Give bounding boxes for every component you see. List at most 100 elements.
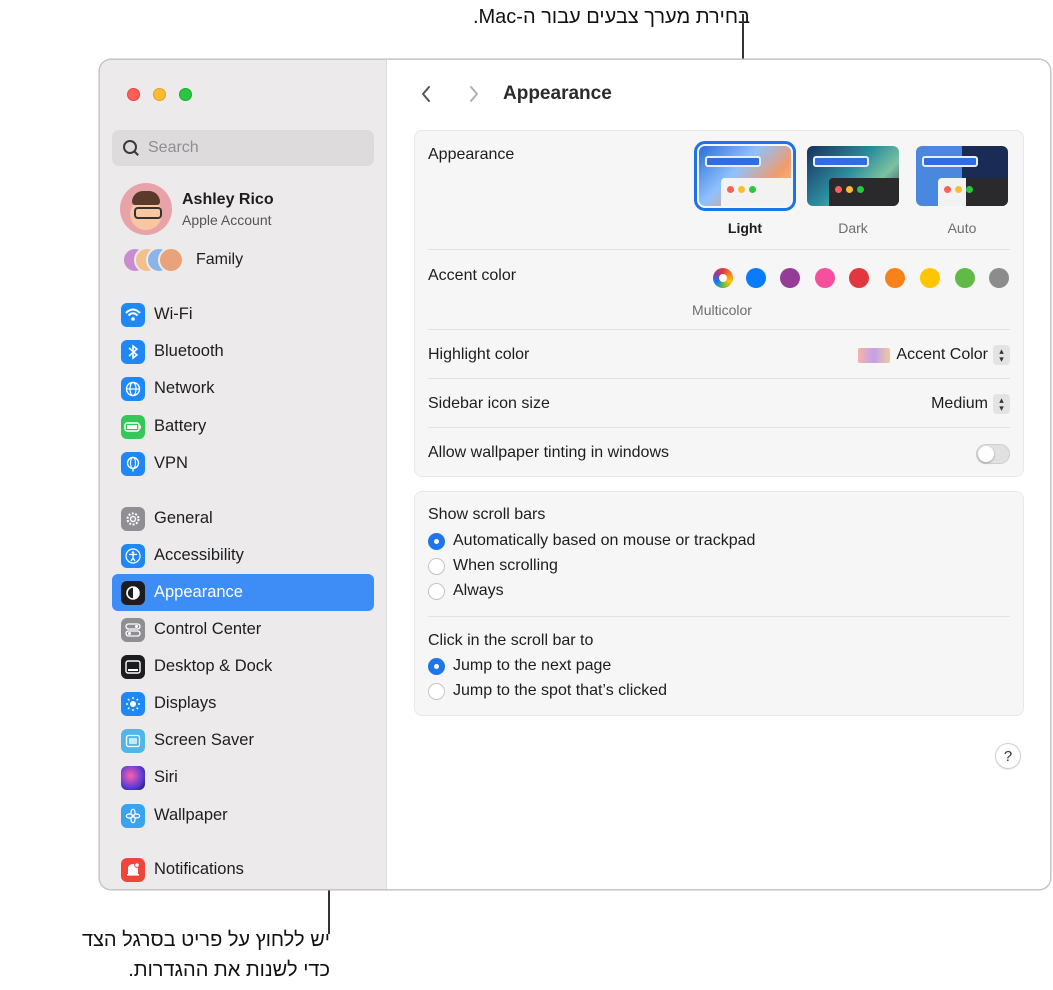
minimize-button[interactable]: [153, 88, 166, 101]
sidebar-icon-size-popup[interactable]: Medium ▴ ▾: [931, 394, 1010, 414]
appearance-light-option[interactable]: [694, 141, 796, 211]
appearance-dark-option[interactable]: [807, 146, 899, 206]
radio-button[interactable]: [428, 682, 445, 700]
family-item[interactable]: Family: [122, 247, 243, 273]
search-input[interactable]: [148, 139, 348, 157]
radio-label: When scrolling: [453, 557, 558, 574]
sidebar: Ashley Rico Apple Account Family Wi-Fi: [100, 60, 387, 889]
divider: [428, 249, 1010, 250]
scroll-bars-option-scrolling[interactable]: When scrolling: [428, 557, 558, 575]
chevron-updown-icon: ▴ ▾: [993, 394, 1010, 414]
gear-icon: [121, 506, 145, 531]
avatar: [120, 183, 172, 235]
radio-label: Jump to the spot that’s clicked: [453, 682, 668, 699]
sidebar-item-battery[interactable]: Battery: [112, 408, 374, 445]
account-subtitle: Apple Account: [182, 211, 272, 228]
sidebar-item-label: General: [154, 509, 213, 527]
accent-swatch-green[interactable]: [955, 268, 975, 288]
sidebar-item-label: Screen Saver: [154, 731, 254, 749]
scroll-bars-option-always[interactable]: Always: [428, 582, 504, 600]
help-button[interactable]: ?: [995, 743, 1021, 769]
divider: [428, 616, 1010, 617]
globe-vpn-icon: [121, 451, 145, 476]
sidebar-item-desktop-dock[interactable]: Desktop & Dock: [112, 648, 374, 685]
appearance-dark-caption: Dark: [838, 220, 868, 236]
highlight-color-popup[interactable]: Accent Color ▴ ▾: [858, 345, 1010, 365]
accent-swatch-blue[interactable]: [746, 268, 766, 288]
radio-button[interactable]: [428, 582, 445, 600]
sidebar-item-network[interactable]: Network: [112, 370, 374, 407]
back-button[interactable]: [413, 81, 439, 107]
divider: [428, 427, 1010, 428]
sidebar-item-label: Desktop & Dock: [154, 657, 273, 675]
sidebar-icon-size-label: Sidebar icon size: [428, 395, 550, 412]
divider: [428, 329, 1010, 330]
sidebar-item-accessibility[interactable]: Accessibility: [112, 537, 374, 574]
sun-icon: [121, 691, 145, 716]
click-scroll-option-next-page[interactable]: Jump to the next page: [428, 657, 611, 675]
accent-swatch-multicolor[interactable]: [713, 268, 733, 288]
apple-account-item[interactable]: Ashley Rico Apple Account: [120, 183, 274, 235]
appearance-label: Appearance: [428, 146, 515, 163]
settings-window: Ashley Rico Apple Account Family Wi-Fi: [99, 59, 1051, 890]
sidebar-item-general[interactable]: General: [112, 500, 374, 537]
wallpaper-tinting-toggle[interactable]: [976, 444, 1010, 464]
sidebar-icon-size-value: Medium: [931, 395, 988, 412]
flower-icon: [121, 803, 145, 828]
family-avatar: [158, 247, 184, 273]
radio-label: Jump to the next page: [453, 657, 612, 674]
wallpaper-tinting-label: Allow wallpaper tinting in windows: [428, 444, 670, 461]
scroll-bars-group: Show scroll bars Automatically based on …: [414, 491, 1024, 716]
forward-button[interactable]: [461, 81, 487, 107]
sidebar-item-label: Network: [154, 379, 215, 397]
sidebar-item-screen-saver[interactable]: Screen Saver: [112, 722, 374, 759]
accent-swatch-graphite[interactable]: [989, 268, 1009, 288]
close-button[interactable]: [127, 88, 140, 101]
sidebar-item-control-center[interactable]: Control Center: [112, 611, 374, 648]
callout-bottom: יש ללחוץ על פריט בסרגל הצד כדי לשנות את …: [0, 925, 330, 985]
sidebar-item-label: Wi-Fi: [154, 305, 193, 323]
appearance-icon: [121, 580, 145, 605]
radio-button[interactable]: [428, 532, 445, 550]
accent-color-label: Accent color: [428, 267, 517, 284]
zoom-button[interactable]: [179, 88, 192, 101]
appearance-group: Appearance Light Dark Auto Accent color: [414, 130, 1024, 477]
scroll-bars-option-auto[interactable]: Automatically based on mouse or trackpad: [428, 532, 755, 550]
bluetooth-icon: [121, 339, 145, 364]
sidebar-item-vpn[interactable]: VPN: [112, 445, 374, 482]
accent-swatch-yellow[interactable]: [920, 268, 940, 288]
sidebar-item-label: Bluetooth: [154, 342, 224, 360]
divider: [428, 378, 1010, 379]
appearance-light-caption: Light: [727, 220, 763, 236]
appearance-auto-option[interactable]: [916, 146, 1008, 206]
sidebar-item-label: Wallpaper: [154, 806, 228, 824]
callout-bottom-line1: יש ללחוץ על פריט בסרגל הצד: [81, 929, 330, 951]
radio-button[interactable]: [428, 657, 445, 675]
sidebar-item-appearance[interactable]: Appearance: [112, 574, 374, 611]
search-icon: [122, 139, 140, 157]
callout-top-line-tick: [742, 14, 744, 28]
toolbar: Appearance: [387, 78, 1050, 110]
battery-icon: [121, 414, 145, 439]
accent-swatch-pink[interactable]: [815, 268, 835, 288]
accent-swatch-red[interactable]: [849, 268, 869, 288]
radio-button[interactable]: [428, 557, 445, 575]
accent-selected-name: Multicolor: [692, 302, 752, 318]
screen-saver-icon: [121, 728, 145, 753]
highlight-color-value: Accent Color: [896, 346, 988, 363]
sidebar-item-label: Displays: [154, 694, 217, 712]
click-scroll-option-spot[interactable]: Jump to the spot that’s clicked: [428, 682, 667, 700]
appearance-auto-caption: Auto: [947, 220, 977, 236]
bell-icon: [121, 857, 145, 882]
accent-swatch-orange[interactable]: [885, 268, 905, 288]
sidebar-item-wifi[interactable]: Wi-Fi: [112, 296, 374, 333]
search-field[interactable]: [112, 130, 374, 166]
chevron-updown-icon: ▴ ▾: [993, 345, 1010, 365]
sidebar-item-siri[interactable]: Siri: [112, 759, 374, 796]
accessibility-icon: [121, 543, 145, 568]
sidebar-item-bluetooth[interactable]: Bluetooth: [112, 333, 374, 370]
sidebar-item-notifications[interactable]: Notifications: [112, 851, 374, 888]
sidebar-item-wallpaper[interactable]: Wallpaper: [112, 797, 374, 834]
sidebar-item-displays[interactable]: Displays: [112, 685, 374, 722]
accent-swatch-purple[interactable]: [780, 268, 800, 288]
